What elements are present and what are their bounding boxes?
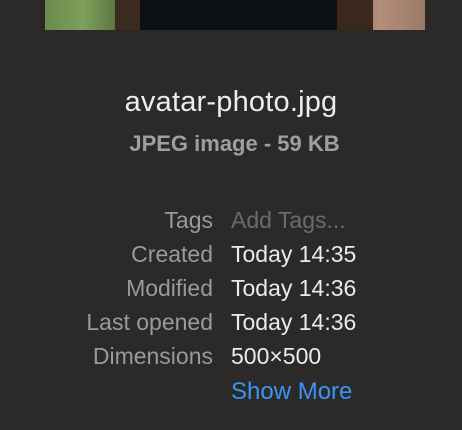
dimensions-label: Dimensions: [92, 343, 213, 369]
metadata-row-last-opened: Last opened Today 14:36: [0, 309, 462, 339]
preview-left-arm: [115, 0, 143, 30]
last-opened-value: Today 14:36: [231, 309, 357, 335]
metadata-row-dimensions: Dimensions 500×500: [0, 343, 462, 373]
metadata-row-created: Created Today 14:35: [0, 241, 462, 271]
image-preview: [45, 0, 425, 30]
file-name: avatar-photo.jpg: [124, 86, 338, 118]
last-opened-label: Last opened: [86, 309, 213, 335]
preview-shirt: [140, 0, 338, 30]
file-kind-size: JPEG image - 59 KB: [129, 131, 340, 156]
metadata-row-tags: Tags Add Tags...: [0, 207, 462, 237]
dimensions-value: 500×500: [231, 343, 322, 369]
metadata-row-modified: Modified Today 14:36: [0, 275, 462, 305]
tags-field[interactable]: Add Tags...: [231, 207, 346, 234]
modified-label: Modified: [126, 275, 213, 301]
created-value: Today 14:35: [231, 241, 357, 267]
tags-label: Tags: [164, 207, 213, 233]
preview-right-arm: [337, 0, 373, 30]
created-label: Created: [131, 241, 213, 267]
show-more-link[interactable]: Show More: [231, 378, 352, 406]
modified-value: Today 14:36: [231, 275, 357, 301]
